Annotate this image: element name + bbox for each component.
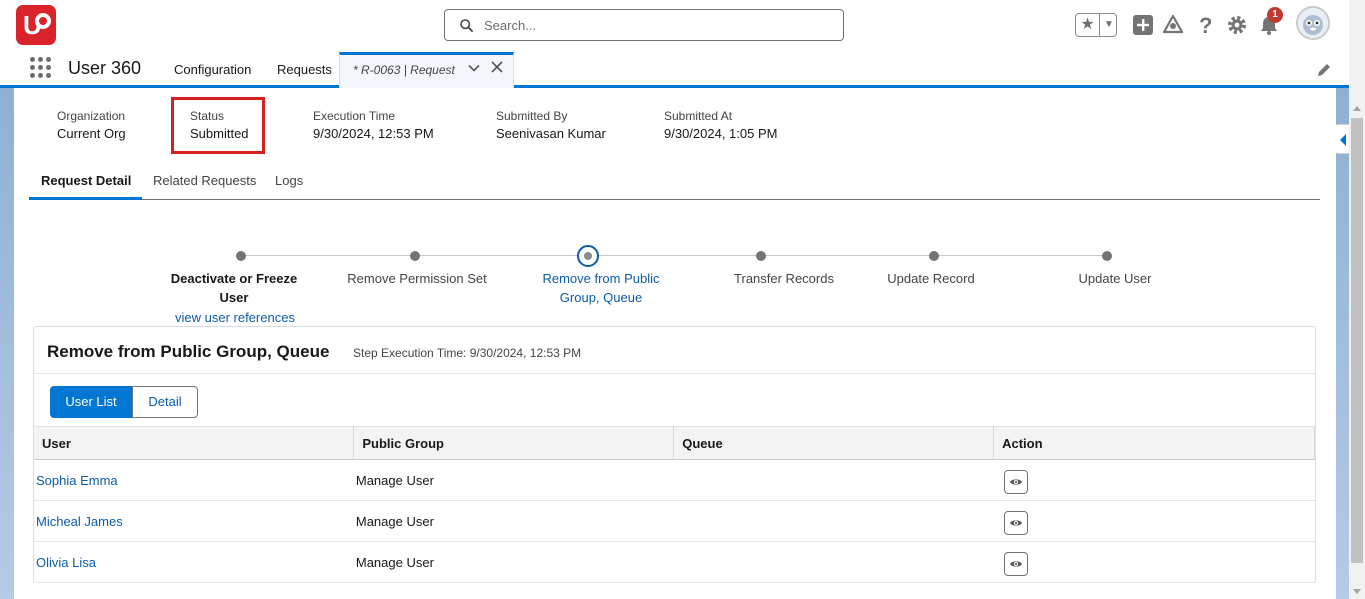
- tab-request-detail[interactable]: Request Detail: [29, 173, 142, 200]
- user-avatar-icon: [1298, 8, 1328, 38]
- queue-cell: [673, 541, 994, 583]
- user-list-button[interactable]: User List: [50, 386, 132, 418]
- svg-text:?: ?: [1199, 14, 1212, 36]
- eye-icon: [1009, 561, 1022, 567]
- action-cell: [993, 459, 1315, 501]
- favorites-button[interactable]: ★ ▼: [1075, 13, 1117, 37]
- path-step-1-marker[interactable]: [236, 251, 246, 261]
- nav-item-configuration[interactable]: Configuration: [174, 62, 251, 77]
- step-execution-time: Step Execution Time: 9/30/2024, 12:53 PM: [353, 346, 582, 360]
- tab-request-r-0063[interactable]: * R-0063 | Request: [339, 52, 514, 88]
- user-link[interactable]: Sophia Emma: [34, 459, 354, 501]
- table-row: Olivia Lisa Manage User: [34, 541, 1315, 583]
- queue-cell: [673, 500, 994, 542]
- column-header-action[interactable]: Action: [993, 426, 1315, 460]
- detail-tabs: Request Detail Related Requests Logs: [29, 171, 1320, 200]
- utility-panel-toggle[interactable]: [1334, 124, 1349, 154]
- column-header-queue[interactable]: Queue: [673, 426, 995, 460]
- star-icon[interactable]: ★: [1076, 14, 1100, 36]
- field-value: 9/30/2024, 1:05 PM: [664, 126, 778, 141]
- view-button[interactable]: [1003, 511, 1028, 535]
- page-background-right: [1336, 88, 1349, 599]
- path-track: [241, 255, 1107, 256]
- path-step-6-marker[interactable]: [1102, 251, 1112, 261]
- field-value: Seenivasan Kumar: [496, 126, 606, 141]
- trailhead-icon[interactable]: [1162, 14, 1184, 36]
- edit-nav-icon[interactable]: [1316, 62, 1332, 78]
- path-step-2-label: Remove Permission Set: [347, 271, 487, 286]
- user-table: User Public Group Queue Action Sophia Em…: [34, 426, 1315, 583]
- field-label: Organization: [57, 109, 126, 123]
- path-step-4-marker[interactable]: [756, 251, 766, 261]
- field-submitted-at: Submitted At 9/30/2024, 1:05 PM: [664, 109, 777, 141]
- user-link[interactable]: Olivia Lisa: [34, 541, 354, 583]
- public-group-cell: Manage User: [353, 459, 674, 501]
- card-title: Remove from Public Group, Queue: [47, 342, 330, 361]
- action-cell: [993, 500, 1315, 542]
- path-step-2-marker[interactable]: [410, 251, 420, 261]
- tab-logs[interactable]: Logs: [275, 173, 303, 200]
- queue-cell: [673, 459, 994, 501]
- chevron-down-icon[interactable]: [468, 62, 480, 77]
- field-execution-time: Execution Time 9/30/2024, 12:53 PM: [313, 109, 434, 141]
- table-row: Micheal James Manage User: [34, 500, 1315, 542]
- table-row: Sophia Emma Manage User: [34, 459, 1315, 501]
- eye-icon: [1009, 479, 1022, 485]
- action-cell: [993, 541, 1315, 583]
- tab-label: * R-0063 | Request: [353, 63, 455, 77]
- field-label: Submitted At: [664, 109, 733, 123]
- path-step-4-label: Transfer Records: [734, 271, 834, 286]
- public-group-cell: Manage User: [353, 541, 674, 583]
- path-step-3-label[interactable]: Remove from Public Group, Queue: [531, 269, 671, 307]
- field-label: Submitted By: [496, 109, 568, 123]
- notification-badge: 1: [1267, 7, 1283, 23]
- nav-item-requests[interactable]: Requests: [277, 62, 332, 77]
- help-icon[interactable]: ?: [1194, 14, 1216, 36]
- global-search[interactable]: [444, 9, 844, 41]
- field-value: Current Org: [57, 126, 126, 141]
- avatar[interactable]: [1296, 6, 1330, 40]
- field-label: Execution Time: [313, 109, 396, 123]
- chevron-down-icon[interactable]: ▼: [1101, 14, 1117, 36]
- path-step-5-label: Update Record: [887, 271, 975, 286]
- tab-related-requests[interactable]: Related Requests: [153, 173, 256, 200]
- column-header-user[interactable]: User: [34, 426, 355, 460]
- app-navbar: User 360 Configuration Requests * R-0063…: [0, 52, 1349, 88]
- column-header-public-group[interactable]: Public Group: [353, 426, 675, 460]
- app-logo[interactable]: U: [16, 5, 56, 45]
- view-button[interactable]: [1003, 470, 1028, 494]
- detail-button[interactable]: Detail: [132, 386, 198, 418]
- page-background: [0, 88, 14, 599]
- app-launcher-icon[interactable]: [30, 57, 52, 79]
- public-group-cell: Manage User: [353, 500, 674, 542]
- eye-icon: [1009, 520, 1022, 526]
- gear-icon[interactable]: [1226, 14, 1248, 36]
- view-user-references-link[interactable]: view user references: [175, 310, 295, 325]
- path-step-3-marker[interactable]: [577, 245, 599, 267]
- app-name: User 360: [68, 58, 142, 78]
- global-actions-icon[interactable]: [1132, 14, 1154, 36]
- close-icon[interactable]: [491, 60, 503, 78]
- field-value: 9/30/2024, 12:53 PM: [313, 126, 434, 141]
- step-detail-card: Remove from Public Group, Queue Step Exe…: [33, 326, 1316, 583]
- global-header: U ★ ▼ ? 1: [0, 0, 1349, 52]
- record-panel: Organization Current Org Status Submitte…: [14, 91, 1336, 599]
- path-step-1-label: Deactivate or Freeze User: [170, 271, 298, 305]
- search-icon: [460, 19, 473, 32]
- field-submitted-by: Submitted By Seenivasan Kumar: [496, 109, 606, 141]
- scrollbar[interactable]: [1349, 0, 1365, 599]
- user-link[interactable]: Micheal James: [34, 500, 354, 542]
- path-step-5-marker[interactable]: [929, 251, 939, 261]
- view-button[interactable]: [1003, 552, 1028, 576]
- status-highlight-box: [171, 97, 265, 154]
- search-input[interactable]: [482, 14, 832, 36]
- field-organization: Organization Current Org: [57, 109, 126, 141]
- path-step-6-label: Update User: [1078, 271, 1152, 286]
